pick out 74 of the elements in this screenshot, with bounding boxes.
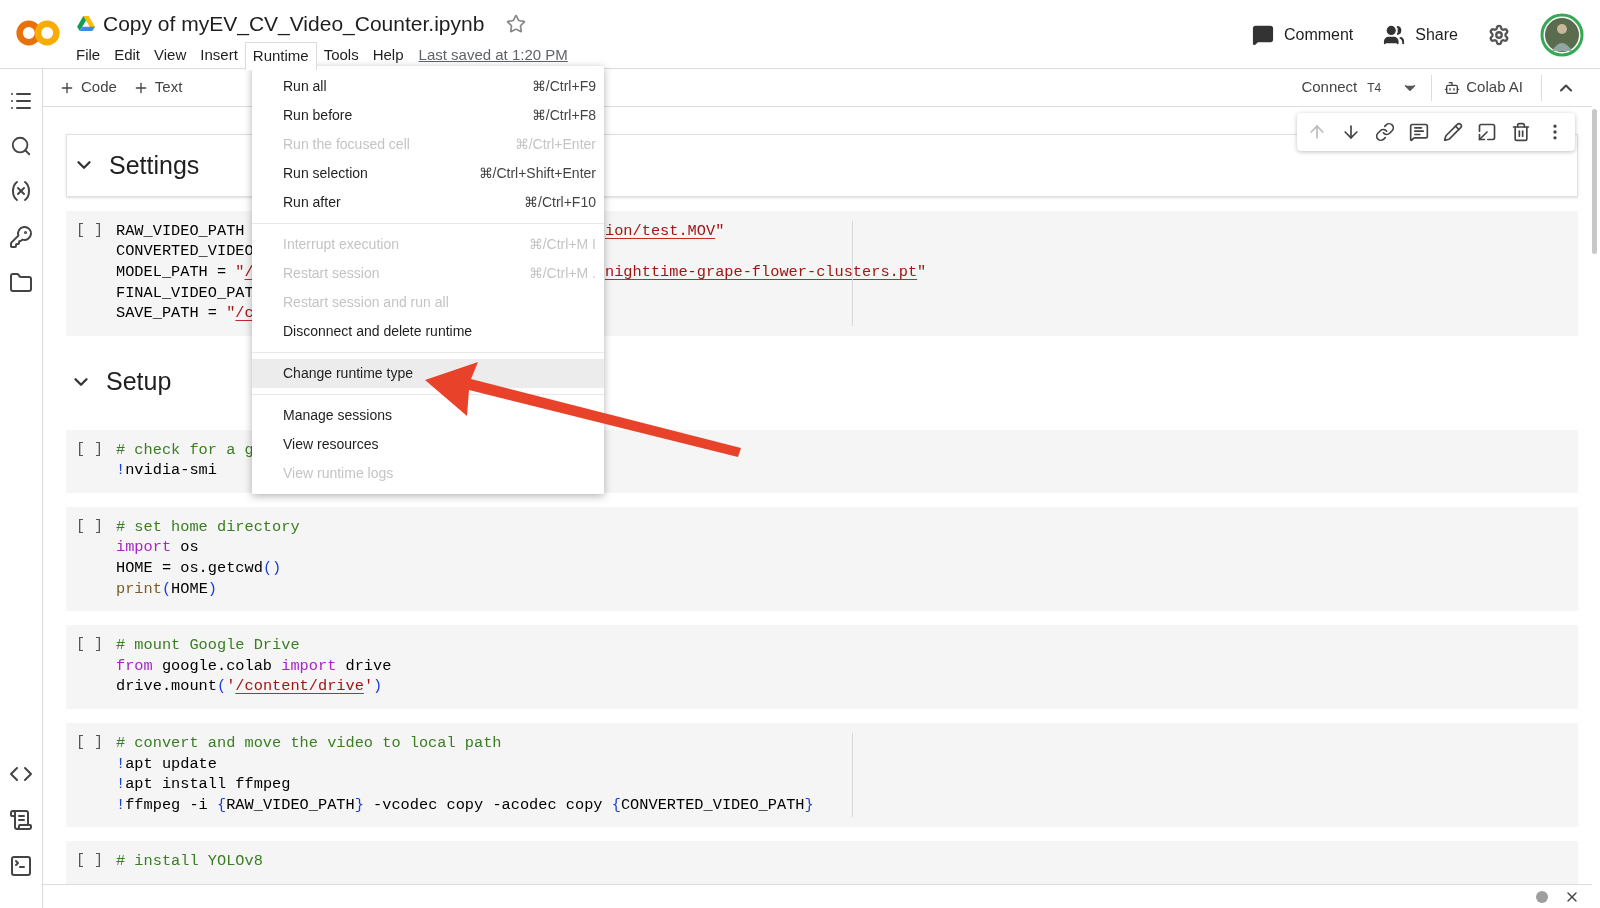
comment-button[interactable]: Comment [1251, 23, 1354, 47]
key-icon[interactable] [9, 225, 33, 249]
menu-item[interactable]: Manage sessions [252, 401, 604, 430]
section-heading: Settings [109, 149, 200, 181]
scrollbar[interactable] [1592, 109, 1597, 254]
menu-tab[interactable]: Edit [107, 41, 148, 70]
variables-icon[interactable] [9, 179, 33, 203]
code-line: # check for a g [116, 439, 254, 461]
menu-tab[interactable]: Help [365, 41, 411, 70]
code-line: # install YOLOv8 [116, 851, 263, 872]
menu-tab[interactable]: File [69, 41, 108, 70]
code-line: import os [116, 537, 199, 559]
menu-item[interactable]: Run selection ⌘/Ctrl+Shift+Enter [252, 159, 604, 188]
add-cell-button[interactable]: Text [132, 76, 183, 99]
link-icon[interactable] [1375, 122, 1395, 142]
terminal-icon[interactable] [9, 854, 33, 878]
notebook-title[interactable]: Copy of myEV_CV_Video_Counter.ipynb [103, 8, 485, 40]
code-line: CONVERTED_VIDEO [116, 241, 254, 262]
code-cell[interactable]: [ ] # set home directory import os HOME = os.getcwd() print(HOME) [66, 506, 1578, 612]
code-line: !apt install ffmpeg [116, 774, 291, 795]
text-panel-icon[interactable] [9, 808, 33, 832]
menu-item[interactable]: View resources [252, 430, 604, 459]
code-line: from google.colab import drive [116, 655, 392, 677]
menu-item[interactable]: Run before ⌘/Ctrl+F8 [252, 101, 604, 130]
avatar[interactable] [1540, 13, 1584, 57]
people-icon [1383, 24, 1406, 46]
code-line: drive.mount('/content/drive') [116, 676, 383, 698]
comment-icon [1251, 24, 1274, 46]
run-status: [ ] [76, 635, 104, 656]
delete-icon[interactable] [1511, 122, 1531, 142]
drive-icon[interactable] [77, 15, 95, 32]
folder-icon[interactable] [9, 271, 33, 295]
menu-tab[interactable]: Runtime [244, 41, 317, 70]
menu-tab[interactable]: Tools [316, 41, 366, 70]
run-status: [ ] [76, 851, 104, 872]
code-line: !nvidia-smi [116, 460, 217, 481]
menu-item[interactable]: Change runtime type [252, 359, 604, 388]
add-cell-button[interactable]: Code [59, 76, 117, 99]
edit-icon[interactable] [1443, 122, 1463, 142]
run-status: [ ] [76, 516, 104, 537]
code-line: # convert and move the video to local path [116, 733, 502, 754]
code-line: !apt update [116, 753, 217, 775]
code-line: print(HOME) [116, 578, 217, 600]
run-status: [ ] [76, 439, 104, 460]
mirror-cell-icon[interactable] [1477, 122, 1497, 142]
share-button[interactable]: Share [1383, 23, 1458, 47]
code-line: RAW_VIDEO_PATH [116, 221, 245, 240]
code-cell[interactable]: [ ] # convert and move the video to local path !apt update !apt install ffmpeg !ffmpeg -i {RAW_VIDEO_PATH} -vcodec copy -acodec copy {CONVERTED_VIDEO_PATH} [66, 723, 1578, 828]
robot-icon [1444, 79, 1461, 96]
search-icon[interactable] [10, 135, 32, 157]
connect-button[interactable]: Connect T4 [1301, 76, 1382, 99]
menu-item[interactable]: Run all ⌘/Ctrl+F9 [252, 72, 604, 101]
star-icon[interactable] [506, 13, 527, 34]
code-line: HOME = os.getcwd() [116, 558, 282, 579]
code-cell[interactable]: [ ] # mount Google Drive from google.colab import drive drive.mount('/content/drive') [66, 625, 1578, 710]
last-saved-link[interactable]: Last saved at 1:20 PM [418, 44, 568, 67]
code-line: !ffmpeg -i {RAW_VIDEO_PATH} -vcodec copy -acodec copy {CONVERTED_VIDEO_PATH} [116, 794, 814, 816]
run-status: [ ] [76, 220, 104, 241]
code-line: nighttime-grape-flower-clusters.pt" [605, 261, 927, 283]
code-line: # set home directory [116, 516, 300, 538]
code-cell[interactable]: [ ] # install YOLOv8 [66, 841, 1578, 884]
menu-tab[interactable]: View [147, 41, 194, 70]
code-line: FINAL_VIDEO_PAT [116, 282, 254, 304]
status-dot-icon [1536, 890, 1548, 903]
comment-icon[interactable] [1409, 122, 1429, 142]
run-status: [ ] [76, 733, 104, 754]
code-line: SAVE_PATH = "/c [116, 303, 254, 324]
logo-icon[interactable] [15, 19, 61, 47]
settings-icon[interactable] [1488, 24, 1510, 46]
code-line: ion/test.MOV" [605, 220, 725, 242]
menu-tab[interactable]: Insert [193, 41, 245, 70]
section-heading: Setup [106, 365, 172, 397]
ai-button[interactable]: Colab AI [1444, 76, 1523, 99]
code-line: # mount Google Drive [116, 635, 300, 656]
